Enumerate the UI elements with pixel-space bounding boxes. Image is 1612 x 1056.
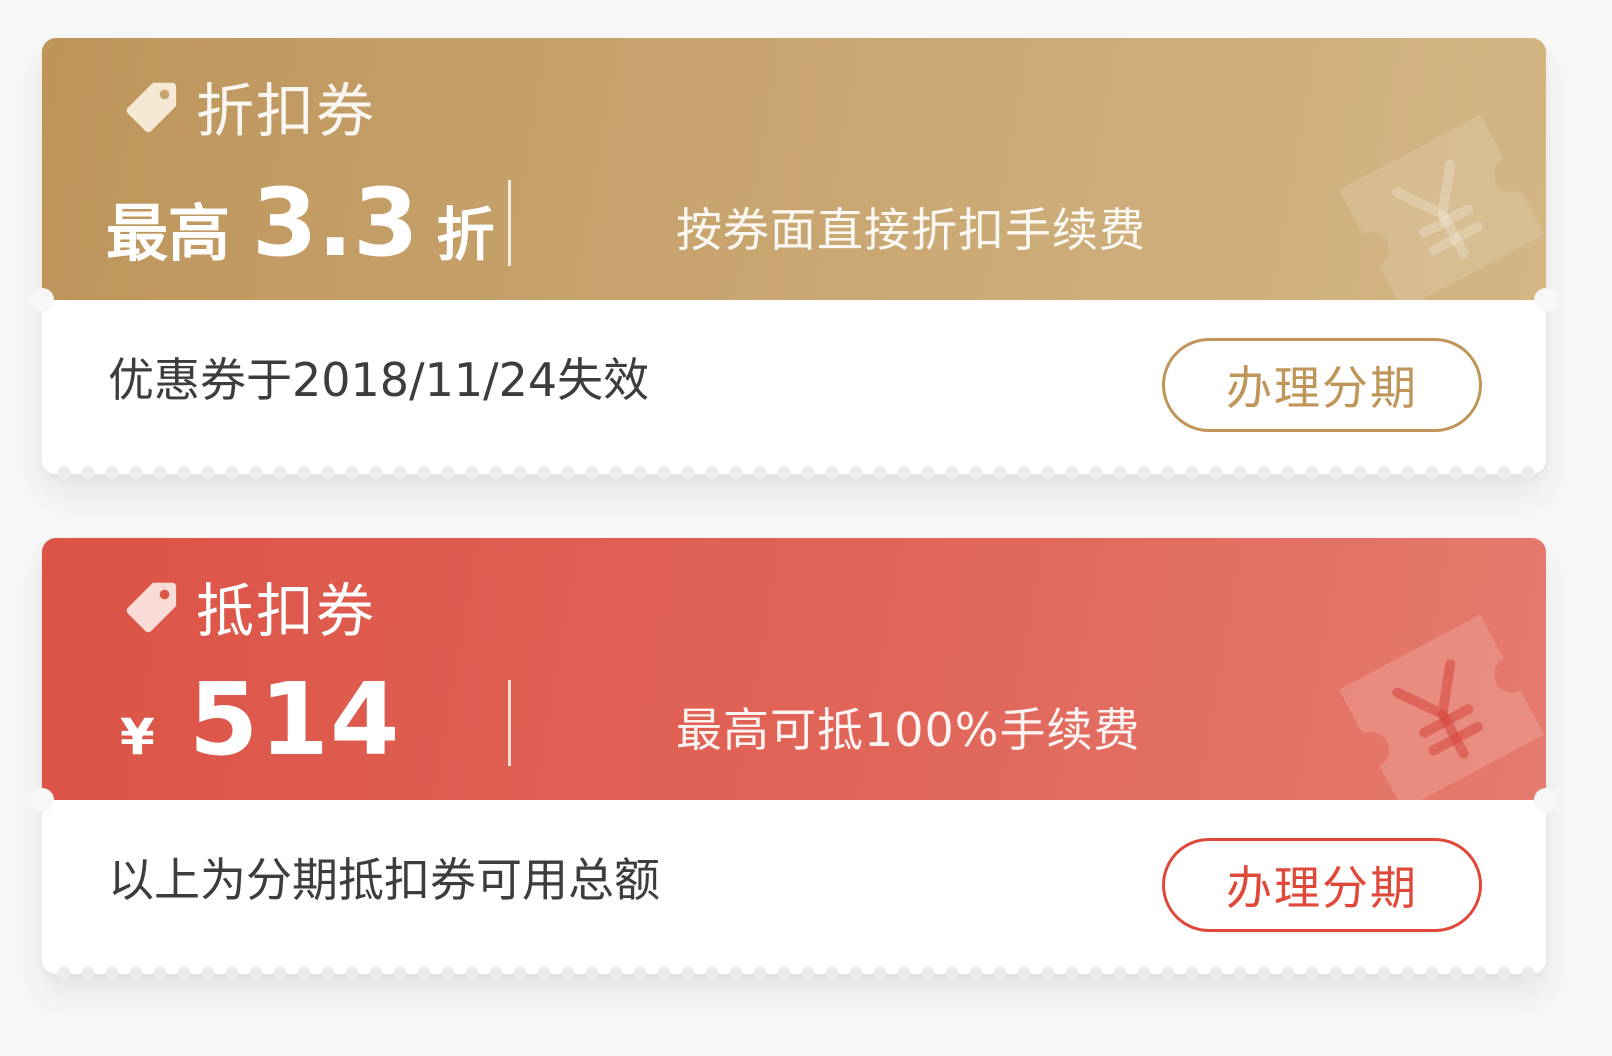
price-tag-icon: [126, 582, 177, 633]
coupon-footer: 以上为分期抵扣券可用总额 办理分期: [42, 800, 1546, 980]
coupon-footer: 优惠券于2018/11/24失效 办理分期: [42, 300, 1546, 480]
coupon-description: 最高可抵100%手续费: [676, 703, 1141, 757]
apply-installment-button[interactable]: 办理分期: [1162, 338, 1482, 432]
coupon-description: 按券面直接折扣手续费: [676, 203, 1146, 257]
coupon-expiry-note: 优惠券于2018/11/24失效: [108, 353, 650, 407]
value-amount: 3.3: [252, 169, 419, 278]
value-divider: [508, 680, 511, 766]
price-tag-icon: [126, 82, 177, 133]
value-divider: [508, 180, 511, 266]
coupon-value: 最高 3.3 折: [106, 169, 495, 278]
yen-ticket-icon: [1338, 114, 1545, 300]
apply-installment-button[interactable]: 办理分期: [1162, 838, 1482, 932]
value-amount: 514: [188, 661, 401, 778]
yen-ticket-icon: [1338, 614, 1545, 800]
value-prefix: 最高: [106, 197, 231, 270]
perforated-edge: [52, 966, 1536, 980]
deduction-coupon-card: 抵扣券 ¥ 514 最高可抵100%手续费 以上为分期抵扣券可用总额 办理分期: [30, 538, 1558, 980]
coupon-type-row: 折扣券: [122, 66, 376, 146]
coupon-total-note: 以上为分期抵扣券可用总额: [108, 853, 660, 907]
coupon-type-row: 抵扣券: [122, 566, 376, 646]
discount-coupon-card: 折扣券 最高 3.3 折 按券面直接折扣手续费 优惠券于2018/11/24失效…: [30, 38, 1558, 480]
value-prefix: ¥: [120, 708, 155, 766]
coupon-type-label: 抵扣券: [196, 577, 377, 645]
coupon-type-label: 折扣券: [196, 77, 377, 145]
value-suffix: 折: [436, 201, 495, 269]
perforated-edge: [52, 466, 1536, 480]
coupon-header: 折扣券 最高 3.3 折 按券面直接折扣手续费: [42, 38, 1546, 300]
coupon-value: ¥ 514: [106, 661, 401, 778]
coupon-header: 抵扣券 ¥ 514 最高可抵100%手续费: [42, 538, 1546, 800]
